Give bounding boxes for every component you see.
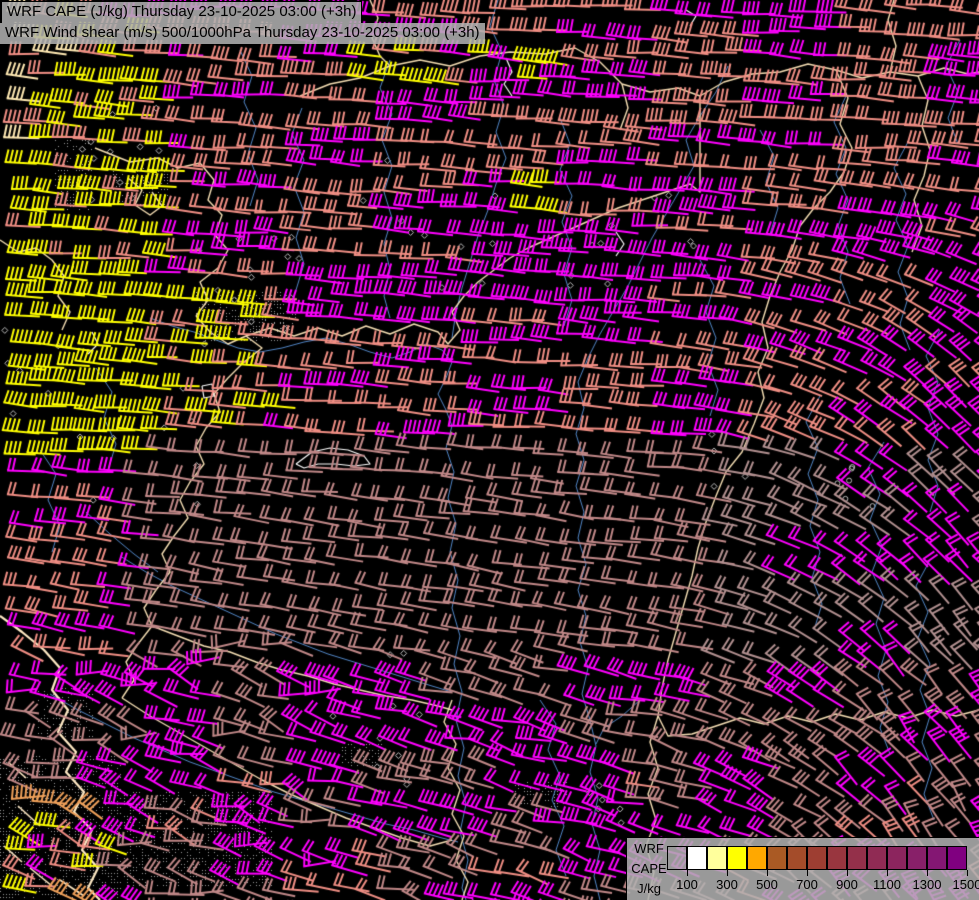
legend-color-swatch [687,846,707,870]
weather-map-viewport: WRF CAPE (J/kg) Thursday 23-10-2025 03:0… [0,0,979,900]
legend-tick-mark [767,870,768,876]
legend-tick-label: 1100 [873,877,901,892]
legend-tick-label: 1500 [952,877,979,892]
legend-model-label: WRF [634,841,664,856]
legend-panel: WRF CAPE J/kg 100 300 500 700 900 1100 1300 150… [626,837,979,900]
legend-tick-mark [727,870,728,876]
legend-unit-label: J/kg [637,881,661,896]
legend-tick-label: 900 [836,877,858,892]
legend-tick-label: 300 [716,877,738,892]
header-windshear-title: WRF Wind shear (m/s) 500/1000hPa Thursda… [0,23,485,44]
legend-tick-label: 700 [796,877,818,892]
legend-color-swatch [947,846,967,870]
weather-map-canvas [0,0,979,900]
legend-variable-label: CAPE [631,861,667,876]
legend-tick-label: 500 [756,877,778,892]
legend-tick-mark [847,870,848,876]
legend-color-swatch [807,846,827,870]
legend-color-swatch [767,846,787,870]
legend-tick-mark [927,870,928,876]
legend-tick-mark [687,870,688,876]
legend-tick-mark [967,870,968,876]
legend-color-swatch [887,846,907,870]
legend-tick-mark [887,870,888,876]
legend-color-swatch [787,846,807,870]
legend-color-swatch [667,846,687,870]
legend-color-swatch [907,846,927,870]
header-windshear-title-text: WRF Wind shear (m/s) 500/1000hPa Thursda… [5,24,480,41]
legend-tick-label: 100 [676,877,698,892]
legend-color-swatch [747,846,767,870]
legend-color-swatch [847,846,867,870]
legend-tick-label: 1300 [912,877,942,892]
legend-color-swatch [867,846,887,870]
header-cape-title: WRF CAPE (J/kg) Thursday 23-10-2025 03:0… [1,1,363,24]
legend-color-swatch [727,846,747,870]
legend-color-swatch [827,846,847,870]
header-cape-title-text: WRF CAPE (J/kg) Thursday 23-10-2025 03:0… [7,3,357,20]
legend-tick-mark [807,870,808,876]
legend-color-swatch [707,846,727,870]
legend-color-swatch [927,846,947,870]
